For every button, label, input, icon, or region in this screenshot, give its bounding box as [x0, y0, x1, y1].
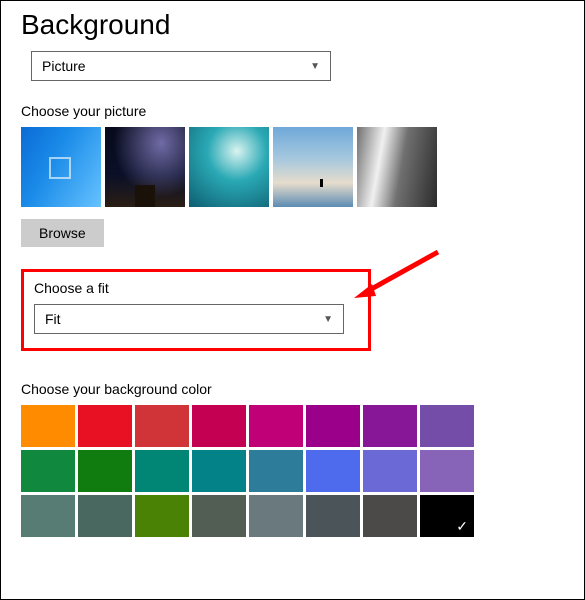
- color-swatch[interactable]: [249, 450, 303, 492]
- color-swatch[interactable]: [78, 495, 132, 537]
- color-swatch[interactable]: [192, 450, 246, 492]
- color-swatch[interactable]: [306, 450, 360, 492]
- color-swatch[interactable]: [249, 495, 303, 537]
- choose-fit-label: Choose a fit: [34, 280, 358, 296]
- background-type-value: Picture: [42, 58, 86, 74]
- fit-dropdown[interactable]: Fit ▼: [34, 304, 344, 334]
- picture-thumbnail[interactable]: [273, 127, 353, 207]
- chevron-down-icon: ▼: [323, 314, 333, 325]
- color-swatch[interactable]: [363, 405, 417, 447]
- color-swatch[interactable]: [21, 405, 75, 447]
- color-swatch[interactable]: [420, 450, 474, 492]
- choose-color-label: Choose your background color: [21, 381, 564, 397]
- browse-button[interactable]: Browse: [21, 219, 104, 247]
- color-swatch[interactable]: [21, 450, 75, 492]
- page-title: Background: [21, 9, 564, 41]
- color-swatch[interactable]: [306, 405, 360, 447]
- color-swatch[interactable]: [420, 495, 474, 537]
- color-swatch[interactable]: [135, 450, 189, 492]
- color-swatch[interactable]: [363, 495, 417, 537]
- color-swatch[interactable]: [21, 495, 75, 537]
- color-swatch[interactable]: [192, 405, 246, 447]
- picture-thumbnail-row: [21, 127, 564, 207]
- picture-thumbnail[interactable]: [357, 127, 437, 207]
- color-swatch[interactable]: [249, 405, 303, 447]
- color-swatch[interactable]: [78, 405, 132, 447]
- annotation-arrow-icon: [348, 244, 448, 304]
- choose-picture-label: Choose your picture: [21, 103, 564, 119]
- color-swatch[interactable]: [420, 405, 474, 447]
- color-swatch[interactable]: [135, 495, 189, 537]
- color-swatch[interactable]: [135, 405, 189, 447]
- color-swatch[interactable]: [192, 495, 246, 537]
- picture-thumbnail[interactable]: [21, 127, 101, 207]
- color-swatch[interactable]: [78, 450, 132, 492]
- color-swatch[interactable]: [363, 450, 417, 492]
- color-section: Choose your background color: [21, 381, 564, 537]
- background-type-dropdown[interactable]: Picture ▼: [31, 51, 331, 81]
- fit-section-highlight: Choose a fit Fit ▼: [21, 269, 371, 351]
- picture-thumbnail[interactable]: [189, 127, 269, 207]
- color-grid: [21, 405, 564, 537]
- color-swatch[interactable]: [306, 495, 360, 537]
- chevron-down-icon: ▼: [310, 61, 320, 72]
- picture-thumbnail[interactable]: [105, 127, 185, 207]
- fit-value: Fit: [45, 311, 61, 327]
